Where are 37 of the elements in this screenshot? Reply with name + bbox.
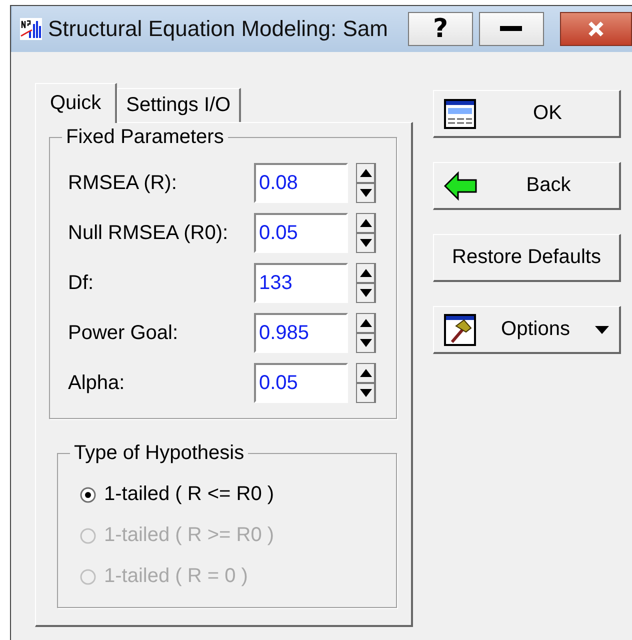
dialog-button[interactable]: OK (433, 90, 621, 138)
input-field[interactable]: 0.08 (254, 163, 348, 203)
app-chart-icon (20, 18, 42, 40)
spinner-arrows-icon[interactable] (356, 313, 376, 353)
minimize-button[interactable] (478, 12, 544, 46)
field-label: Power Goal: (68, 322, 180, 344)
field-label: Alpha: (68, 372, 126, 394)
field-label: RMSEA (R): (68, 172, 178, 194)
input-field[interactable]: 0.05 (254, 213, 348, 253)
minimize-icon (500, 26, 522, 32)
radio-circle-icon (80, 486, 96, 502)
tab[interactable]: Quick (35, 83, 118, 123)
close-button[interactable] (560, 12, 632, 46)
radio-option[interactable]: 1-tailed ( R <= R0 ) (80, 474, 382, 515)
dialog-button[interactable]: Back (433, 162, 621, 210)
input-field[interactable]: 133 (254, 263, 348, 303)
field-label: Df: (68, 272, 95, 294)
caret-icon (595, 326, 609, 334)
close-icon (586, 21, 605, 37)
radio-circle-icon (80, 528, 96, 544)
dialog-button[interactable]: Options (433, 306, 621, 354)
help-button[interactable]: ? (408, 12, 473, 46)
input-field[interactable]: 0.985 (254, 313, 348, 353)
field-label: Null RMSEA (R0): (68, 222, 230, 244)
spinner-arrows-icon[interactable] (356, 263, 376, 303)
group-title: Type of Hypothesis (70, 442, 248, 465)
spinner-arrows-icon[interactable] (356, 363, 376, 403)
dialog-button[interactable]: Restore Defaults (433, 234, 621, 282)
spinner-arrows-icon[interactable] (356, 163, 376, 203)
tab[interactable]: Settings I/O (117, 88, 241, 122)
hammer-icon (444, 314, 476, 346)
radio-circle-icon (80, 568, 96, 584)
left-arrow-icon (444, 170, 478, 200)
input-field[interactable]: 0.05 (254, 363, 348, 403)
table-icon (444, 98, 476, 128)
spinner-arrows-icon[interactable] (356, 213, 376, 253)
window-title: Structural Equation Modeling: Sam (48, 16, 389, 42)
